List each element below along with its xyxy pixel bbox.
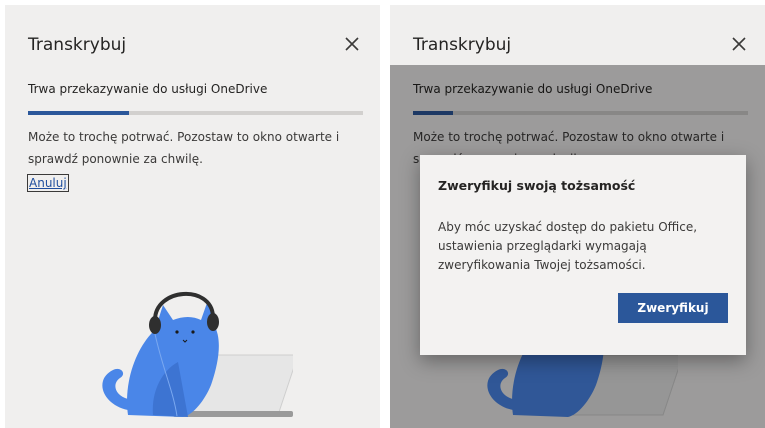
close-icon[interactable] xyxy=(729,34,749,54)
wait-message: Może to trochę potrwać. Pozostaw to okno… xyxy=(28,130,340,166)
cat-with-headphones-illustration xyxy=(102,291,293,417)
panel-title: Transkrybuj xyxy=(28,35,127,55)
verify-identity-dialog: Zweryfikuj swoją tożsamość Aby móc uzysk… xyxy=(420,155,746,355)
upload-progress-bar xyxy=(28,111,363,115)
dialog-title: Zweryfikuj swoją tożsamość xyxy=(438,178,636,193)
panel-title: Transkrybuj xyxy=(413,35,512,55)
transcribe-panel-left: Transkrybuj Trwa przekazywanie do usługi… xyxy=(5,5,380,428)
close-icon[interactable] xyxy=(342,34,362,54)
dialog-body: Aby móc uzyskać dostęp do pakietu Office… xyxy=(438,220,698,272)
cancel-link[interactable]: Anuluj xyxy=(27,174,69,192)
verify-button[interactable]: Zweryfikuj xyxy=(618,293,728,323)
upload-progress-fill xyxy=(28,111,129,115)
transcribe-panel-right: Transkrybuj Trwa przekazywanie do usługi… xyxy=(390,5,765,428)
upload-status-text: Trwa przekazywanie do usługi OneDrive xyxy=(28,82,268,96)
